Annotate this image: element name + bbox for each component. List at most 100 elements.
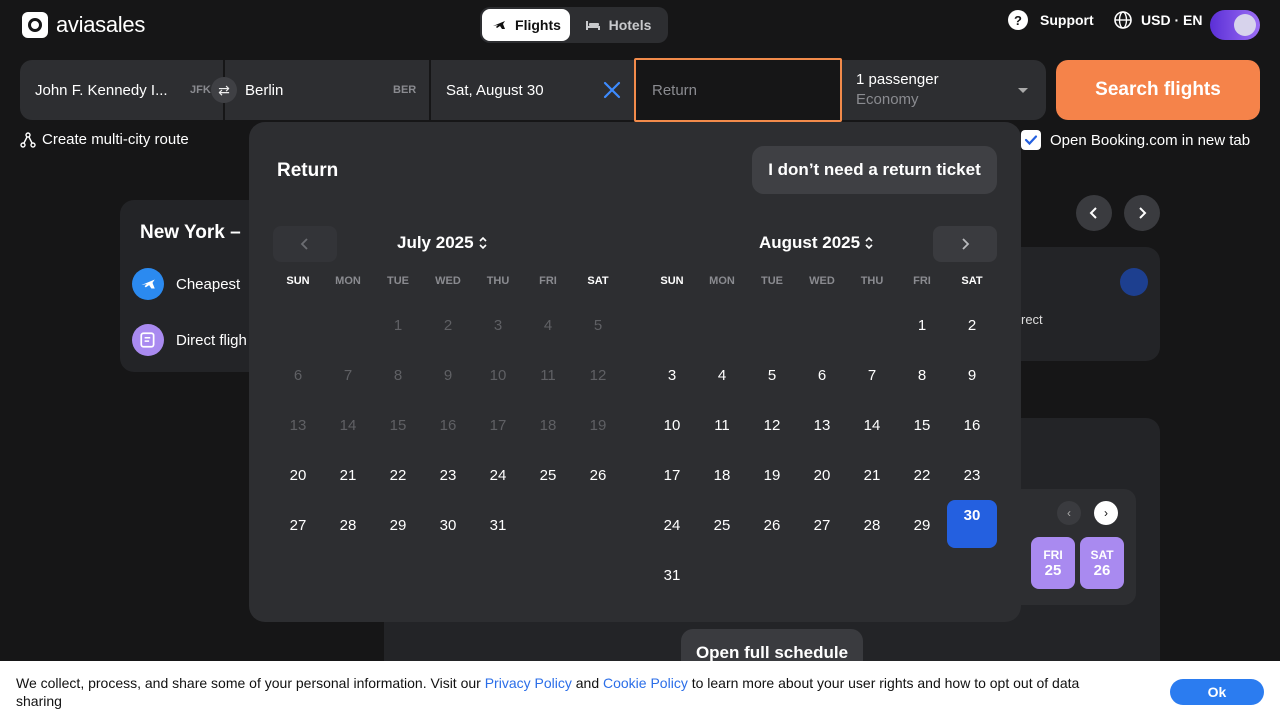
cabin-class[interactable]: Economy	[856, 91, 919, 108]
return-date-field[interactable]: Return	[634, 58, 842, 122]
tab-flights[interactable]: Flights	[482, 9, 570, 41]
calendar-day[interactable]: 4	[697, 350, 747, 400]
tab-hotels[interactable]: Hotels	[570, 9, 666, 41]
calendar-day[interactable]: 18	[697, 450, 747, 500]
calendar-day[interactable]: 23	[423, 450, 473, 500]
plane-icon	[493, 21, 506, 29]
calendar-day[interactable]: 10	[647, 400, 697, 450]
calendar-day[interactable]: 29	[897, 500, 947, 550]
cookie-ok-button[interactable]: Ok	[1170, 679, 1264, 705]
calendar-day[interactable]: 1	[897, 300, 947, 350]
bed-icon	[585, 21, 600, 30]
cookie-policy-link[interactable]: Cookie Policy	[603, 675, 688, 691]
calendar-day[interactable]: 25	[697, 500, 747, 550]
calendar-day: 14	[339, 416, 357, 434]
calendar-day: 5	[593, 316, 603, 334]
calendar-day[interactable]: 13	[797, 400, 847, 450]
cheapest-option[interactable]: Cheapest	[132, 268, 240, 300]
calendar-day[interactable]: 19	[747, 450, 797, 500]
theme-toggle[interactable]	[1210, 10, 1260, 40]
calendar-day[interactable]: 17	[647, 450, 697, 500]
airline-logo-icon	[1120, 268, 1148, 296]
calendar-day[interactable]: 31	[473, 500, 523, 550]
calendar-day[interactable]: 9	[947, 350, 997, 400]
calendar-day[interactable]: 21	[323, 450, 373, 500]
calendar-day[interactable]: 28	[323, 500, 373, 550]
cookie-banner: We collect, process, and share some of y…	[0, 661, 1280, 720]
calendar-day[interactable]: 12	[747, 400, 797, 450]
cookie-text-and: and	[571, 675, 603, 691]
calendar-day[interactable]: 31	[647, 550, 697, 600]
calendar-day[interactable]: 6	[797, 350, 847, 400]
calendar-day[interactable]: 5	[747, 350, 797, 400]
calendar-day: 13	[289, 416, 307, 434]
calendar-day[interactable]: 20	[797, 450, 847, 500]
calendar-day[interactable]: 7	[847, 350, 897, 400]
day-grid: 1 2 3 4 5 6 7 8 9 10 11 12 13 14 15 16 17 18 19 20 21 22 23 24 2…	[647, 300, 997, 600]
calendar-day[interactable]: 25	[523, 450, 573, 500]
date-chip[interactable]: FRI 25	[1031, 537, 1075, 589]
calendar-day[interactable]: 2	[947, 300, 997, 350]
calendar-day: 6	[293, 366, 303, 384]
chevron-left-icon[interactable]: ‹	[1057, 501, 1081, 525]
calendar-day[interactable]: 11	[697, 400, 747, 450]
day-grid: 1 2 3 4 5 6 7 8 9 10 11 12 13 14 15 16 17 18 19 20 21 22 23 24 2…	[273, 300, 623, 550]
calendar-day[interactable]: 3	[647, 350, 697, 400]
month-label-july[interactable]: July 2025	[397, 233, 488, 253]
booking-checkbox[interactable]	[1021, 130, 1041, 150]
weekday-label: WED	[809, 275, 835, 287]
destination-field[interactable]: Berlin	[245, 60, 395, 120]
calendar-day[interactable]: 21	[847, 450, 897, 500]
swap-icon[interactable]: ⇄	[211, 77, 237, 103]
calendar-day[interactable]: 8	[897, 350, 947, 400]
booking-option[interactable]: Open Booking.com in new tab	[1021, 130, 1250, 150]
locale-selector[interactable]: USD · EN	[1113, 10, 1202, 30]
calendar-day[interactable]: 22	[897, 450, 947, 500]
date-chip-day: 26	[1093, 561, 1111, 579]
calendar-day[interactable]: 28	[847, 500, 897, 550]
prev-month-button[interactable]	[273, 226, 337, 262]
multi-city-link[interactable]: Create multi-city route	[20, 131, 189, 148]
calendar-day[interactable]: 30	[947, 500, 997, 548]
direct-option[interactable]: Direct fligh	[132, 324, 247, 356]
calendar-day: 8	[393, 366, 403, 384]
calendar-day[interactable]: 16	[947, 400, 997, 450]
calendar-day[interactable]: 24	[647, 500, 697, 550]
clear-date-icon[interactable]	[603, 81, 621, 99]
carousel-next-button[interactable]	[1124, 195, 1160, 231]
weekday-label: MON	[709, 275, 735, 287]
origin-field[interactable]: John F. Kennedy I...	[35, 60, 195, 120]
calendar-day[interactable]: 26	[747, 500, 797, 550]
return-calendar: Return I don’t need a return ticket July…	[249, 122, 1021, 622]
calendar-day[interactable]: 20	[273, 450, 323, 500]
privacy-policy-link[interactable]: Privacy Policy	[485, 675, 572, 691]
next-month-button[interactable]	[933, 226, 997, 262]
calendar-day[interactable]: 27	[273, 500, 323, 550]
logo[interactable]: aviasales	[22, 12, 145, 38]
chevron-right-icon[interactable]: ›	[1094, 501, 1118, 525]
calendar-day[interactable]: 15	[897, 400, 947, 450]
carousel-prev-button[interactable]	[1076, 195, 1112, 231]
calendar-day[interactable]: 30	[423, 500, 473, 550]
calendar-day[interactable]: 22	[373, 450, 423, 500]
calendar-day[interactable]: 29	[373, 500, 423, 550]
calendar-day[interactable]: 26	[573, 450, 623, 500]
empty-cell	[273, 300, 323, 350]
calendar-day: 17	[489, 416, 507, 434]
calendar-day[interactable]: 23	[947, 450, 997, 500]
calendar-day[interactable]: 27	[797, 500, 847, 550]
origin-value: John F. Kennedy I...	[35, 81, 168, 99]
date-chip[interactable]: SAT 26	[1080, 537, 1124, 589]
support-link[interactable]: ? Support	[1008, 10, 1094, 30]
passenger-count[interactable]: 1 passenger	[856, 71, 939, 88]
chevron-down-icon[interactable]	[1018, 88, 1028, 93]
depart-date-field[interactable]: Sat, August 30	[446, 60, 596, 120]
weekday-label: FRI	[913, 275, 931, 287]
weekday-header: SUN MON TUE WED THU FRI SAT	[273, 275, 623, 287]
no-return-button[interactable]: I don’t need a return ticket	[752, 146, 997, 194]
month-label-august[interactable]: August 2025	[759, 233, 874, 253]
calendar-day[interactable]: 14	[847, 400, 897, 450]
calendar-day[interactable]: 24	[473, 450, 523, 500]
search-flights-button[interactable]: Search flights	[1056, 60, 1260, 120]
calendar-day: 11	[540, 366, 556, 384]
